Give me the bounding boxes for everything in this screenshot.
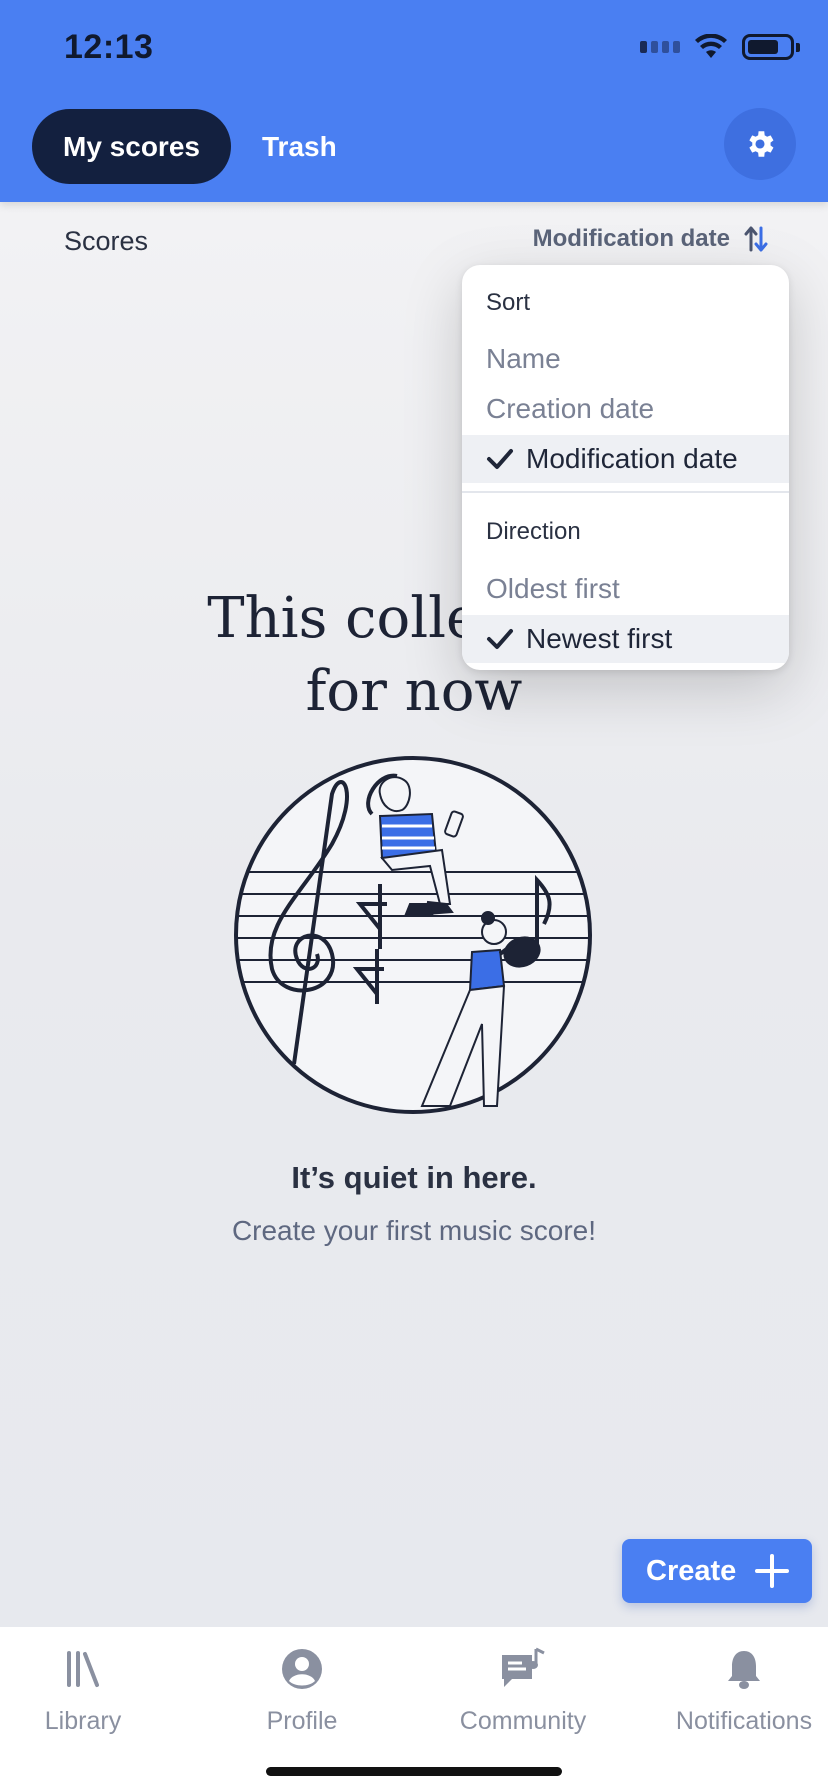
empty-illustration [234, 756, 592, 1114]
nav-community[interactable]: Community [428, 1641, 618, 1736]
direction-option-label: Oldest first [486, 573, 620, 604]
nav-profile[interactable]: Profile [207, 1641, 397, 1736]
sort-option-modification-date[interactable]: Modification date [462, 435, 789, 483]
create-button[interactable]: Create [622, 1539, 812, 1603]
header: 12:13 My scores Trash [0, 0, 828, 202]
checkmark-icon [486, 627, 514, 651]
direction-option-label: Newest first [526, 623, 673, 654]
bell-icon [649, 1641, 828, 1697]
empty-subtext: Create your first music score! [231, 1215, 597, 1246]
status-icons [640, 34, 800, 60]
sort-option-label: Modification date [526, 443, 738, 474]
battery-icon [742, 34, 800, 60]
signal-icon [640, 41, 680, 53]
sort-arrows-icon [744, 226, 768, 252]
direction-heading: Direction [486, 518, 581, 545]
direction-option-newest[interactable]: Newest first [462, 615, 789, 663]
library-icon [0, 1641, 178, 1697]
sort-dropdown: Sort Name Creation date Modification dat… [462, 265, 789, 670]
menu-divider [462, 491, 789, 493]
wifi-icon [695, 34, 727, 58]
plus-icon [755, 1554, 789, 1588]
sort-option-creation-date[interactable]: Creation date [462, 385, 789, 433]
settings-button[interactable] [724, 108, 796, 180]
tab-my-scores[interactable]: My scores [32, 109, 231, 184]
screen: 12:13 My scores Trash Scores Modificatio… [0, 0, 828, 1792]
nav-label-notifications: Notifications [675, 1707, 813, 1735]
community-icon [428, 1641, 618, 1697]
create-label: Create [646, 1554, 737, 1587]
section-label: Scores [64, 226, 149, 256]
sort-option-name[interactable]: Name [462, 335, 789, 383]
sort-option-label: Name [486, 343, 561, 374]
nav-label-library: Library [44, 1707, 122, 1735]
nav-label-community: Community [459, 1707, 587, 1735]
nav-label-profile: Profile [266, 1707, 338, 1735]
empty-headline: It’s quiet in here. [291, 1160, 537, 1195]
sort-heading: Sort [486, 289, 531, 316]
home-indicator [266, 1767, 562, 1776]
nav-notifications[interactable]: Notifications [649, 1641, 828, 1736]
sort-trigger[interactable]: Modification date [533, 224, 768, 254]
profile-icon [207, 1641, 397, 1697]
checkmark-icon [486, 447, 514, 471]
sort-label: Modification date [532, 225, 730, 252]
sort-option-label: Creation date [486, 393, 655, 424]
nav-library[interactable]: Library [0, 1641, 178, 1736]
status-time: 12:13 [64, 28, 154, 66]
tab-trash[interactable]: Trash [262, 109, 337, 184]
direction-option-oldest[interactable]: Oldest first [462, 565, 789, 613]
gear-icon [749, 131, 774, 157]
